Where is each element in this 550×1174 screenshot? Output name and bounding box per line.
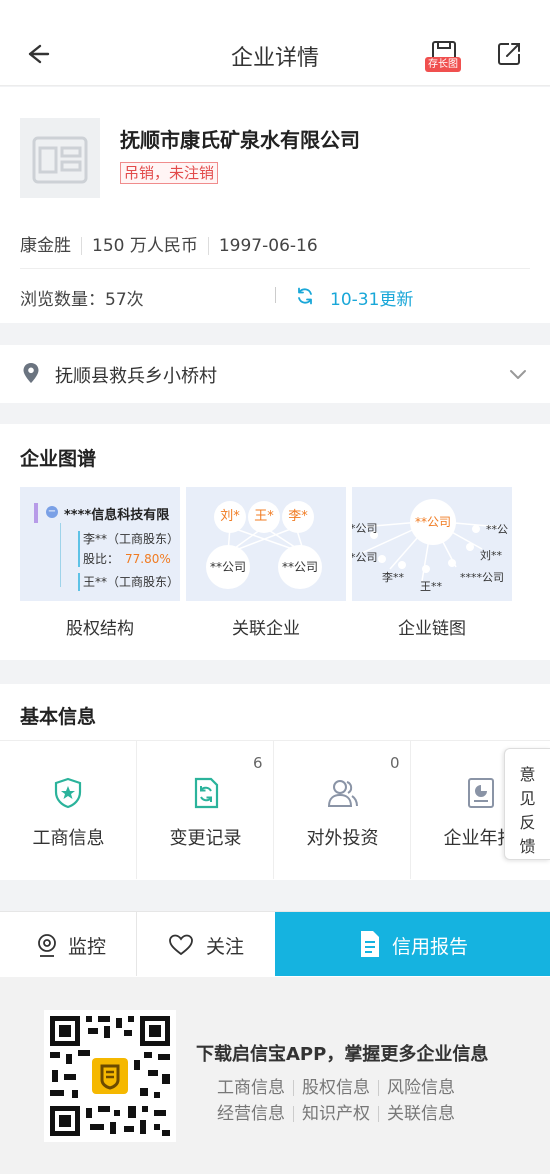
save-long-image-badge[interactable]: 存长图 (425, 57, 461, 72)
company-node: **公司 (278, 545, 322, 589)
chain-node: 刘** (480, 549, 502, 562)
feedback-char: 意 (519, 765, 536, 784)
promo-feature: 工商信息 (217, 1078, 285, 1098)
shield-star-icon (54, 777, 82, 809)
promo-feature: 股权信息 (302, 1078, 370, 1098)
company-logo-icon (20, 118, 100, 198)
monitor-icon (38, 934, 56, 957)
update-link[interactable]: 10-31更新 (330, 285, 413, 310)
company-node: **公司 (206, 545, 250, 589)
company-meta: 康金胜 150 万人民币 1997-06-16 (20, 231, 318, 256)
qr-code-icon[interactable] (44, 1010, 176, 1142)
share-icon[interactable] (495, 40, 523, 68)
chain-node: 王** (420, 580, 442, 593)
location-pin-icon (23, 363, 39, 383)
chain-node: 李** (382, 571, 404, 584)
chain-node: **公 (486, 523, 508, 536)
divider (275, 287, 276, 303)
graph-card-label[interactable]: 企业链图 (352, 614, 512, 639)
graph-card-label[interactable]: 股权结构 (20, 614, 180, 639)
ratio-value: 77.80% (125, 552, 171, 566)
graph-card-label[interactable]: 关联企业 (186, 614, 346, 639)
annual-report-icon (468, 778, 494, 808)
promo-features-row: 工商信息 股权信息 风险信息 (217, 1073, 455, 1098)
page-title: 企业详情 (230, 46, 319, 71)
center-node: **公司 (410, 499, 456, 545)
status-badge: 吊销，未注销 (120, 162, 219, 184)
legal-representative[interactable]: 康金胜 (20, 236, 71, 256)
registered-capital: 150 万人民币 (92, 236, 198, 256)
change-record-icon (194, 777, 219, 809)
monitor-label: 监控 (68, 936, 107, 958)
person-node: 王* (248, 501, 280, 533)
person-node: 李* (282, 501, 314, 533)
divider (20, 268, 530, 269)
promo-features-row: 经营信息 知识产权 关联信息 (217, 1099, 455, 1124)
equity-structure-card[interactable]: − ****信息科技有限 李**（工商股东） 股比： 77.80% 王**（工商股… (20, 487, 180, 601)
business-info-tile[interactable] (0, 741, 137, 879)
promo-feature: 知识产权 (302, 1104, 370, 1124)
feedback-tab[interactable]: 意 见 反 馈 (504, 748, 550, 860)
promo-feature: 风险信息 (387, 1078, 455, 1098)
feedback-char: 反 (519, 813, 536, 832)
graph-company-name: ****信息科技有限 (64, 508, 170, 523)
follow-button[interactable]: 关注 (138, 912, 275, 976)
promo-feature: 关联信息 (387, 1104, 455, 1124)
chain-node: *公司 (352, 551, 378, 564)
count-badge: 0 (390, 754, 400, 772)
enterprise-chain-card[interactable]: **公司 *公司 *公司 李** 王** ****公司 刘** **公 (352, 487, 512, 601)
founded-date: 1997-06-16 (218, 236, 318, 256)
chevron-down-icon[interactable] (508, 364, 528, 384)
promo-feature: 经营信息 (217, 1104, 285, 1124)
tile-label: 变更记录 (169, 828, 242, 849)
section-title: 企业图谱 (20, 448, 97, 470)
document-icon (361, 931, 379, 957)
feedback-char: 馈 (519, 837, 536, 856)
credit-report-button[interactable]: 信用报告 (275, 912, 550, 976)
chain-node: *公司 (352, 522, 378, 535)
shareholder-row: 李**（工商股东） (83, 532, 180, 546)
related-companies-card[interactable]: 刘* 王* 李* **公司 **公司 (186, 487, 346, 601)
promo-title: 下载启信宝APP，掌握更多企业信息 (196, 1044, 489, 1065)
view-count: 浏览数量：57次 (20, 290, 144, 310)
collapse-icon: − (46, 506, 58, 518)
address-text[interactable]: 抚顺县救兵乡小桥村 (55, 362, 217, 388)
follow-label: 关注 (206, 936, 245, 958)
person-node: 刘* (214, 501, 246, 533)
feedback-char: 见 (519, 789, 536, 808)
section-title: 基本信息 (20, 706, 97, 728)
chain-node: ****公司 (460, 571, 504, 584)
ratio-label: 股比： (83, 552, 120, 566)
tile-label: 对外投资 (306, 828, 379, 849)
investment-people-icon (327, 780, 358, 807)
heart-icon (169, 934, 193, 956)
credit-report-label: 信用报告 (392, 936, 469, 958)
monitor-button[interactable]: 监控 (0, 912, 137, 976)
refresh-icon[interactable] (295, 286, 315, 306)
company-name: 抚顺市康氏矿泉水有限公司 (120, 128, 360, 152)
shareholder-row: 王**（工商股东） (83, 575, 180, 589)
tile-label: 工商信息 (32, 828, 105, 849)
count-badge: 6 (253, 754, 263, 772)
